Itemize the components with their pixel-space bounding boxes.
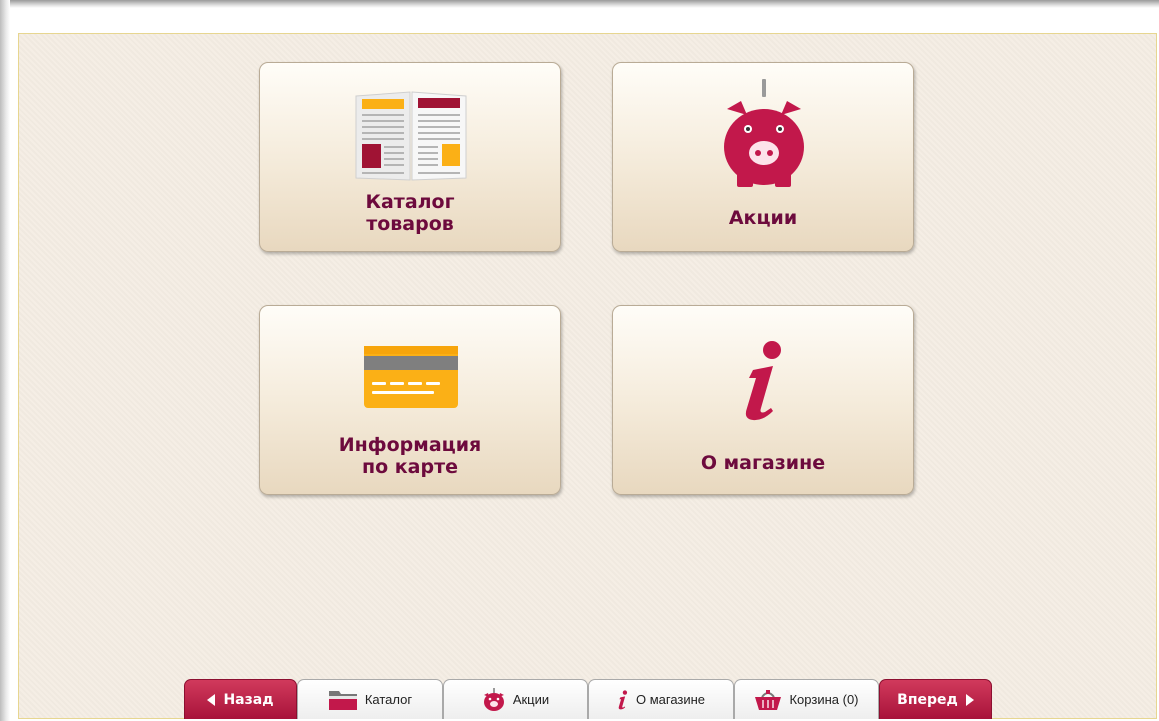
nav-catalog-label: Каталог [364, 692, 413, 707]
promos-tile[interactable]: Акции [612, 62, 914, 252]
catalog-tile-label: Каталог товаров [365, 191, 455, 235]
about-tile[interactable]: О магазине [612, 305, 914, 495]
info-icon [745, 341, 781, 421]
promos-tile-label: Акции [728, 207, 798, 229]
piggy-bank-icon [483, 687, 504, 711]
top-shadow [0, 0, 1159, 8]
back-button-label: Назад [223, 691, 274, 708]
nav-catalog[interactable]: Каталог [297, 679, 443, 719]
forward-button-label: Вперед [897, 691, 958, 708]
forward-button[interactable]: Вперед [879, 679, 992, 719]
info-icon [618, 689, 628, 709]
nav-about-label: О магазине [635, 692, 706, 707]
catalog-book-icon [355, 91, 467, 181]
nav-about[interactable]: О магазине [588, 679, 734, 719]
arrow-right-icon [965, 693, 974, 706]
nav-promos[interactable]: Акции [443, 679, 588, 719]
piggy-bank-icon [724, 79, 804, 187]
catalog-tile[interactable]: Каталог товаров [259, 62, 561, 252]
basket-icon [755, 689, 782, 710]
credit-card-icon [364, 346, 458, 408]
bottom-nav: Назад Каталог Акции О магазине Корзина (… [184, 679, 992, 719]
app-window: Каталог товаров Акции Информация по карт… [0, 0, 1159, 721]
about-tile-label: О магазине [700, 452, 826, 474]
card-info-tile-label: Информация по карте [338, 434, 482, 478]
nav-cart-label: Корзина (0) [789, 692, 859, 707]
arrow-left-icon [207, 693, 216, 706]
nav-promos-label: Акции [512, 692, 550, 707]
card-info-tile[interactable]: Информация по карте [259, 305, 561, 495]
left-shadow [0, 0, 10, 721]
main-panel: Каталог товаров Акции Информация по карт… [18, 33, 1157, 719]
back-button[interactable]: Назад [184, 679, 297, 719]
folder-icon [328, 690, 357, 710]
nav-cart[interactable]: Корзина (0) [734, 679, 879, 719]
